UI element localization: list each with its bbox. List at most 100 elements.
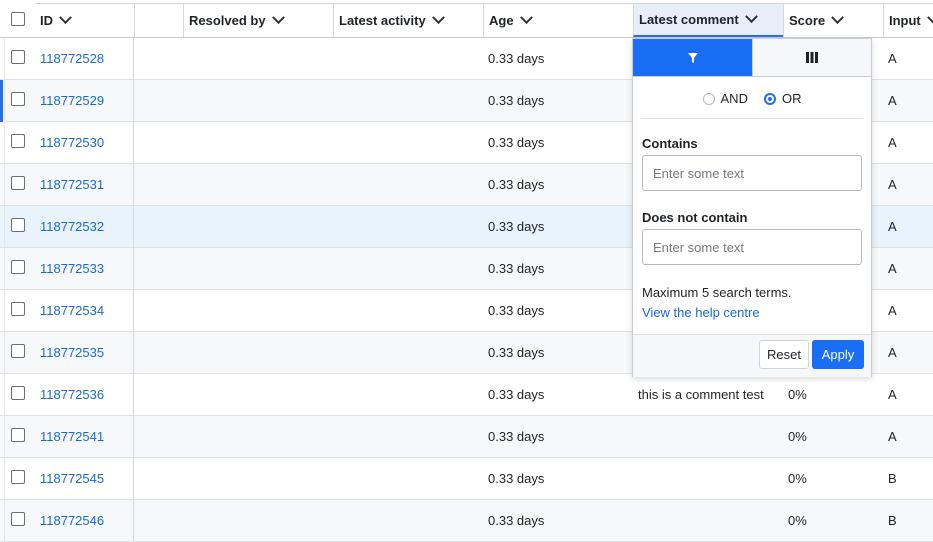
column-divider — [4, 38, 5, 541]
chevron-down-icon — [744, 10, 758, 24]
reset-button[interactable]: Reset — [759, 340, 809, 369]
row-age: 0.33 days — [488, 387, 545, 402]
row-age: 0.33 days — [488, 93, 545, 108]
row-score: 0% — [788, 471, 807, 486]
search-terms-note: Maximum 5 search terms. — [642, 285, 792, 300]
row-score: 0% — [788, 513, 807, 528]
header-latest-activity[interactable]: Latest activity — [333, 3, 483, 37]
header-latest-comment[interactable]: Latest comment — [633, 3, 783, 37]
tab-columns[interactable] — [752, 39, 871, 76]
header-score[interactable]: Score — [783, 3, 883, 37]
row-input: B — [888, 513, 897, 528]
header-resolved-by-label: Resolved by — [189, 13, 266, 28]
or-radio[interactable]: OR — [763, 91, 802, 106]
not-contains-label: Does not contain — [642, 210, 748, 225]
contains-input[interactable] — [642, 155, 862, 191]
row-input: A — [888, 429, 897, 444]
header-age[interactable]: Age — [483, 3, 633, 37]
row-id-link[interactable]: 118772532 — [40, 206, 104, 247]
row-id-link[interactable]: 118772529 — [40, 80, 104, 121]
row-checkbox[interactable] — [11, 302, 25, 316]
row-age: 0.33 days — [488, 261, 545, 276]
not-contains-input[interactable] — [642, 229, 862, 265]
table-row[interactable]: 118772545 0.33 days 0% B — [0, 458, 933, 500]
row-id-link[interactable]: 118772535 — [40, 332, 104, 373]
row-checkbox[interactable] — [11, 512, 25, 526]
header-id[interactable]: ID — [35, 3, 134, 37]
header-blank — [134, 3, 183, 37]
row-age: 0.33 days — [488, 471, 545, 486]
row-id-link[interactable]: 118772531 — [40, 164, 104, 205]
row-id-link[interactable]: 118772534 — [40, 290, 104, 331]
filter-icon — [687, 52, 698, 63]
row-checkbox[interactable] — [11, 50, 25, 64]
row-age: 0.33 days — [488, 303, 545, 318]
row-score: 0% — [788, 387, 807, 402]
row-checkbox[interactable] — [11, 218, 25, 232]
columns-icon — [806, 52, 818, 63]
column-divider — [133, 38, 134, 541]
column-filter-popup: AND OR Contains Does not contain Maximum… — [632, 38, 872, 377]
header-score-label: Score — [789, 13, 826, 28]
row-age: 0.33 days — [488, 429, 545, 444]
chevron-down-icon — [519, 11, 533, 25]
row-checkbox[interactable] — [11, 176, 25, 190]
chevron-down-icon — [926, 11, 933, 25]
or-radio-label: OR — [781, 91, 802, 106]
chevron-down-icon — [831, 11, 845, 25]
header-latest-activity-label: Latest activity — [339, 13, 426, 28]
row-input: A — [888, 387, 897, 402]
row-checkbox[interactable] — [11, 260, 25, 274]
or-radio-dot[interactable] — [763, 92, 776, 105]
table-row[interactable]: 118772546 0.33 days 0% B — [0, 500, 933, 542]
help-centre-link[interactable]: View the help centre — [642, 305, 760, 320]
row-id-link[interactable]: 118772533 — [40, 248, 104, 289]
and-radio-label: AND — [720, 91, 748, 106]
row-id-link[interactable]: 118772541 — [40, 416, 104, 457]
header-id-label: ID — [40, 13, 53, 28]
contains-label: Contains — [642, 136, 698, 151]
row-age: 0.33 days — [488, 345, 545, 360]
chevron-down-icon — [431, 11, 445, 25]
popup-footer: Reset Apply — [633, 334, 871, 377]
tab-filter[interactable] — [633, 39, 752, 76]
row-checkbox[interactable] — [11, 470, 25, 484]
row-score: 0% — [788, 429, 807, 444]
row-input: B — [888, 471, 897, 486]
header-input[interactable]: Input — [883, 3, 933, 37]
row-input: A — [888, 261, 897, 276]
chevron-down-icon — [271, 11, 285, 25]
row-checkbox[interactable] — [11, 134, 25, 148]
row-id-link[interactable]: 118772546 — [40, 500, 104, 541]
row-comment: this is a comment test — [638, 387, 764, 402]
row-age: 0.33 days — [488, 219, 545, 234]
popup-tabs — [633, 39, 871, 77]
header-resolved-by[interactable]: Resolved by — [183, 3, 333, 37]
select-all-checkbox[interactable] — [11, 12, 25, 26]
row-input: A — [888, 135, 897, 150]
row-input: A — [888, 303, 897, 318]
data-grid: ID Resolved by Latest activity Age Lates… — [0, 0, 933, 542]
table-row[interactable]: 118772541 0.33 days 0% A — [0, 416, 933, 458]
chevron-down-icon — [59, 11, 72, 25]
row-id-link[interactable]: 118772528 — [40, 38, 104, 79]
row-id-link[interactable]: 118772536 — [40, 374, 104, 415]
table-header: ID Resolved by Latest activity Age Lates… — [0, 0, 933, 38]
row-checkbox[interactable] — [11, 386, 25, 400]
row-input: A — [888, 93, 897, 108]
row-id-link[interactable]: 118772545 — [40, 458, 104, 499]
apply-button[interactable]: Apply — [812, 340, 864, 369]
and-radio-dot[interactable] — [702, 92, 715, 105]
match-mode-group: AND OR — [633, 91, 871, 106]
and-radio[interactable]: AND — [702, 91, 748, 106]
row-checkbox[interactable] — [11, 428, 25, 442]
row-age: 0.33 days — [488, 51, 545, 66]
row-checkbox[interactable] — [11, 92, 25, 106]
row-id-link[interactable]: 118772530 — [40, 122, 104, 163]
header-latest-comment-label: Latest comment — [639, 12, 739, 27]
row-input: A — [888, 177, 897, 192]
row-checkbox[interactable] — [11, 344, 25, 358]
table-row[interactable]: 118772536 0.33 days this is a comment te… — [0, 374, 933, 416]
header-input-label: Input — [889, 13, 921, 28]
row-input: A — [888, 345, 897, 360]
